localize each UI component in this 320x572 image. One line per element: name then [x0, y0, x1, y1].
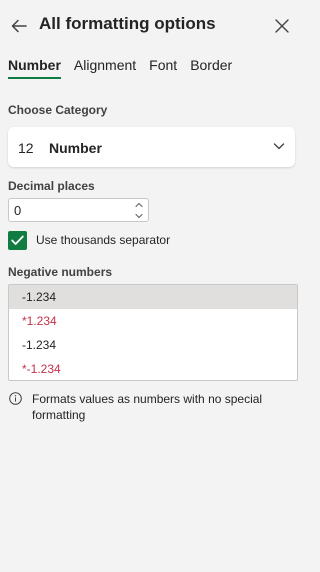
format-description-text: Formats values as numbers with no specia… — [32, 392, 263, 422]
pane-title: All formatting options — [39, 14, 216, 33]
thousands-separator-option[interactable]: Use thousands separator — [8, 230, 170, 250]
negative-numbers-list: -1.234 *1.234 -1.234 *-1.234 — [8, 284, 298, 381]
thousands-separator-checkbox[interactable] — [8, 230, 27, 250]
negative-option[interactable]: -1.234 — [9, 285, 297, 309]
negative-option[interactable]: *1.234 — [9, 309, 297, 333]
negative-option[interactable]: *-1.234 — [9, 357, 297, 380]
thousands-separator-label: Use thousands separator — [36, 233, 171, 247]
arrow-left-icon — [11, 19, 27, 33]
chevron-up-icon[interactable] — [133, 200, 145, 210]
close-button[interactable] — [268, 12, 296, 40]
decimal-places-value: 0 — [14, 203, 22, 218]
tab-number[interactable]: Number — [8, 57, 61, 79]
number-format-icon: 12 — [18, 140, 34, 156]
chevron-down-small-icon[interactable] — [133, 211, 145, 221]
format-pane: All formatting options Number Alignment … — [0, 0, 311, 572]
negative-numbers-label: Negative numbers — [8, 265, 113, 279]
pane-header: All formatting options — [0, 0, 311, 50]
chevron-down-icon — [273, 143, 285, 150]
tab-font[interactable]: Font — [149, 57, 177, 79]
tab-border[interactable]: Border — [190, 57, 232, 79]
negative-option[interactable]: -1.234 — [9, 333, 297, 357]
category-dropdown[interactable]: 12 Number — [8, 127, 295, 167]
checkmark-icon — [11, 235, 24, 245]
category-label: Choose Category — [8, 103, 108, 117]
decimal-places-stepper[interactable]: 0 — [8, 198, 149, 222]
info-icon — [9, 392, 22, 405]
tab-alignment[interactable]: Alignment — [74, 57, 136, 79]
back-button[interactable] — [6, 13, 32, 39]
category-value: Number — [49, 140, 102, 156]
format-tabs: Number Alignment Font Border — [8, 57, 245, 79]
decimal-places-label: Decimal places — [8, 179, 95, 193]
close-icon — [275, 19, 289, 33]
